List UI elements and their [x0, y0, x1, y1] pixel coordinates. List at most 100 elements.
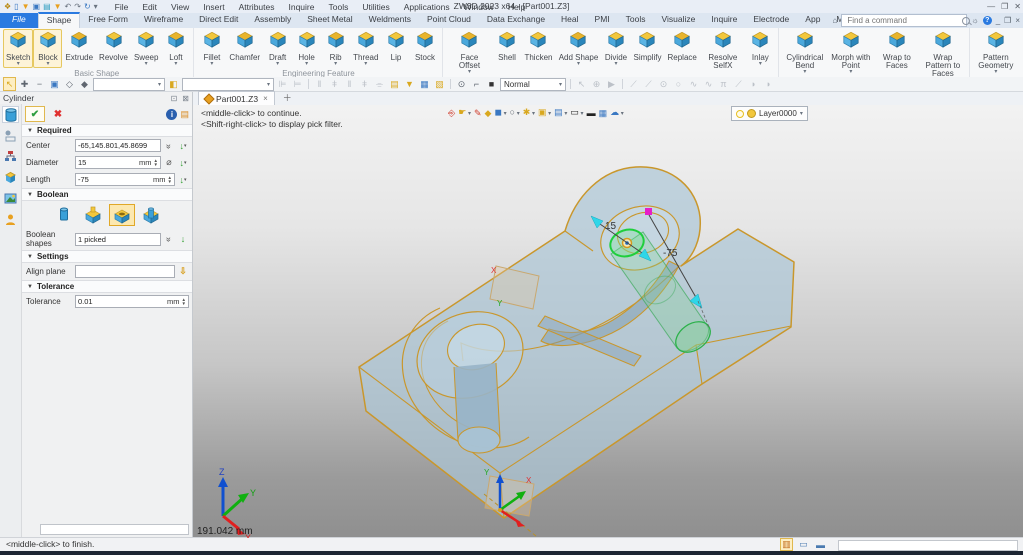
line-icon[interactable]: ⟋: [627, 78, 640, 90]
close2-icon[interactable]: ×: [1015, 16, 1020, 25]
help-icon[interactable]: ?: [982, 16, 992, 25]
new-file-icon[interactable]: ▯: [14, 2, 18, 12]
spinner[interactable]: ▲ ▼: [168, 176, 172, 183]
center-input[interactable]: -65,145.801,45.8699: [75, 139, 161, 152]
side-tab-render-manager[interactable]: [2, 190, 19, 207]
inlay-button[interactable]: Inlay ▾: [746, 29, 775, 68]
divide-button[interactable]: Divide ▾: [601, 29, 630, 68]
line2-icon[interactable]: ⟋: [642, 78, 655, 90]
spinner[interactable]: ▲ ▼: [182, 298, 186, 305]
menu-attributes[interactable]: Attributes: [232, 2, 282, 12]
restore2-icon[interactable]: ❐: [1004, 16, 1011, 25]
panel-toggle-icon[interactable]: ▥: [780, 538, 793, 551]
resolve-selfx-button[interactable]: Resolve SelfX: [700, 29, 746, 71]
expand-chevrons-icon[interactable]: »: [163, 139, 175, 152]
image-icon[interactable]: ▣ ▾: [538, 106, 551, 121]
panel-close-icon[interactable]: ⊠: [182, 94, 189, 103]
menu-view[interactable]: View: [164, 2, 196, 12]
redo-icon[interactable]: ↷: [74, 2, 81, 12]
tab-inquire[interactable]: Inquire: [703, 13, 745, 28]
curve-icon[interactable]: ∿: [687, 78, 700, 90]
point-style-icon[interactable]: ✱ ▾: [523, 106, 535, 121]
tab-app[interactable]: App: [797, 13, 828, 28]
boolean-base-button[interactable]: [51, 204, 77, 226]
filter-combo[interactable]: ▾: [93, 77, 165, 91]
bulb-icon[interactable]: [736, 109, 744, 118]
attach-icon[interactable]: ⊕: [590, 78, 603, 90]
close-icon[interactable]: ✕: [1014, 2, 1021, 11]
save-icon[interactable]: ▣: [33, 2, 41, 12]
bar-icon[interactable]: ▬: [587, 107, 596, 120]
tab-shape[interactable]: Shape: [37, 12, 81, 28]
customize-icon[interactable]: ▾: [94, 2, 98, 12]
slash-icon[interactable]: ⟋: [732, 78, 745, 90]
sweep-button[interactable]: Sweep ▾: [131, 29, 161, 68]
search-input[interactable]: [845, 15, 960, 26]
menu-inquire[interactable]: Inquire: [281, 2, 321, 12]
draft-button[interactable]: Draft ▾: [263, 29, 292, 68]
square-icon[interactable]: ▦: [599, 107, 608, 120]
circle-point-icon[interactable]: ⊙: [657, 78, 670, 90]
display-cube-icon[interactable]: ◼ ▾: [494, 106, 506, 121]
cursor2-icon[interactable]: ↖: [575, 78, 588, 90]
pencil-icon[interactable]: ✎: [474, 107, 482, 120]
tab-close-icon[interactable]: ×: [263, 94, 268, 103]
lip-button[interactable]: Lip: [381, 29, 410, 63]
history-clock-icon[interactable]: ⊙: [455, 78, 468, 90]
tab-file[interactable]: File: [0, 13, 38, 28]
cylindrical-bend-button[interactable]: Cylindrical Bend ▾: [782, 29, 828, 76]
restore-icon[interactable]: ❐: [1001, 2, 1008, 11]
new-tab-button[interactable]: ＋: [283, 91, 292, 105]
constraint5-icon[interactable]: ⌯: [373, 78, 386, 90]
wrap-pattern-to-faces-button[interactable]: Wrap Pattern to Faces: [920, 29, 966, 79]
style-combo[interactable]: ▾: [182, 77, 274, 91]
sketch-button[interactable]: Sketch ▾: [3, 29, 34, 68]
pick-arrow-icon[interactable]: ↓ ▾: [177, 156, 189, 169]
boolean-remove-button[interactable]: [108, 204, 135, 226]
shell-button[interactable]: Shell: [492, 29, 521, 63]
ref-icon[interactable]: ⌐: [470, 78, 483, 90]
face2-icon[interactable]: ◗: [762, 78, 775, 90]
side-tab-quick-pick[interactable]: [2, 127, 19, 144]
diameter-input[interactable]: 15 mm ▲ ▼: [75, 156, 161, 169]
boolean-intersect-button[interactable]: [138, 204, 164, 226]
pick-arrow-icon[interactable]: ↓ ▾: [177, 139, 189, 152]
stock-button[interactable]: Stock: [410, 29, 439, 63]
settings-gear-icon[interactable]: ☼: [971, 16, 978, 25]
spinner[interactable]: ▲ ▼: [154, 159, 158, 166]
ok-button[interactable]: ✔: [25, 106, 45, 122]
menu-applications[interactable]: Applications: [397, 2, 457, 12]
section-required[interactable]: ▼ Required: [22, 124, 192, 137]
diameter-symbol-icon[interactable]: ⌀: [163, 156, 175, 169]
cloud-sync-icon[interactable]: ⌂: [833, 16, 838, 25]
folder-icon[interactable]: ▤: [388, 78, 401, 90]
thicken-button[interactable]: Thicken: [521, 29, 555, 63]
tab-electrode[interactable]: Electrode: [745, 13, 797, 28]
bar-toggle-icon[interactable]: ▬: [814, 540, 827, 550]
filter-icon[interactable]: ◆: [78, 78, 91, 90]
solid-icon[interactable]: ■: [485, 78, 498, 90]
minimize-icon[interactable]: —: [987, 2, 995, 11]
constraint2-icon[interactable]: ǂ: [328, 78, 341, 90]
monitor-icon[interactable]: ▭ ▾: [570, 106, 583, 121]
play-icon[interactable]: ▶: [605, 78, 618, 90]
add-shape-button[interactable]: Add Shape ▾: [555, 29, 601, 68]
minimize2-icon[interactable]: _: [996, 16, 1000, 25]
boolean-add-button[interactable]: [80, 204, 106, 226]
align-a-icon[interactable]: ⊫: [276, 78, 289, 90]
side-tab-visual-manager[interactable]: [2, 169, 19, 186]
loft-button[interactable]: Loft ▾: [161, 29, 190, 68]
link-icon[interactable]: ▧: [433, 78, 446, 90]
monitor-toggle-icon[interactable]: ▭: [797, 539, 810, 550]
boolean-shapes-field[interactable]: 1 picked: [75, 232, 161, 246]
mode-combo[interactable]: Normal ▾: [500, 77, 566, 91]
length-dimension[interactable]: -75: [663, 248, 678, 259]
app-logo-icon[interactable]: ❖: [4, 2, 11, 12]
menu-edit[interactable]: Edit: [135, 2, 164, 12]
extrude-button[interactable]: Extrude: [62, 29, 96, 63]
command-search[interactable]: [841, 14, 971, 27]
diameter-dimension[interactable]: 15: [605, 221, 617, 232]
info-icon[interactable]: i: [166, 108, 178, 120]
length-input[interactable]: -75 mm ▲ ▼: [75, 173, 175, 186]
side-tab-cylinder-tool[interactable]: [2, 106, 19, 123]
